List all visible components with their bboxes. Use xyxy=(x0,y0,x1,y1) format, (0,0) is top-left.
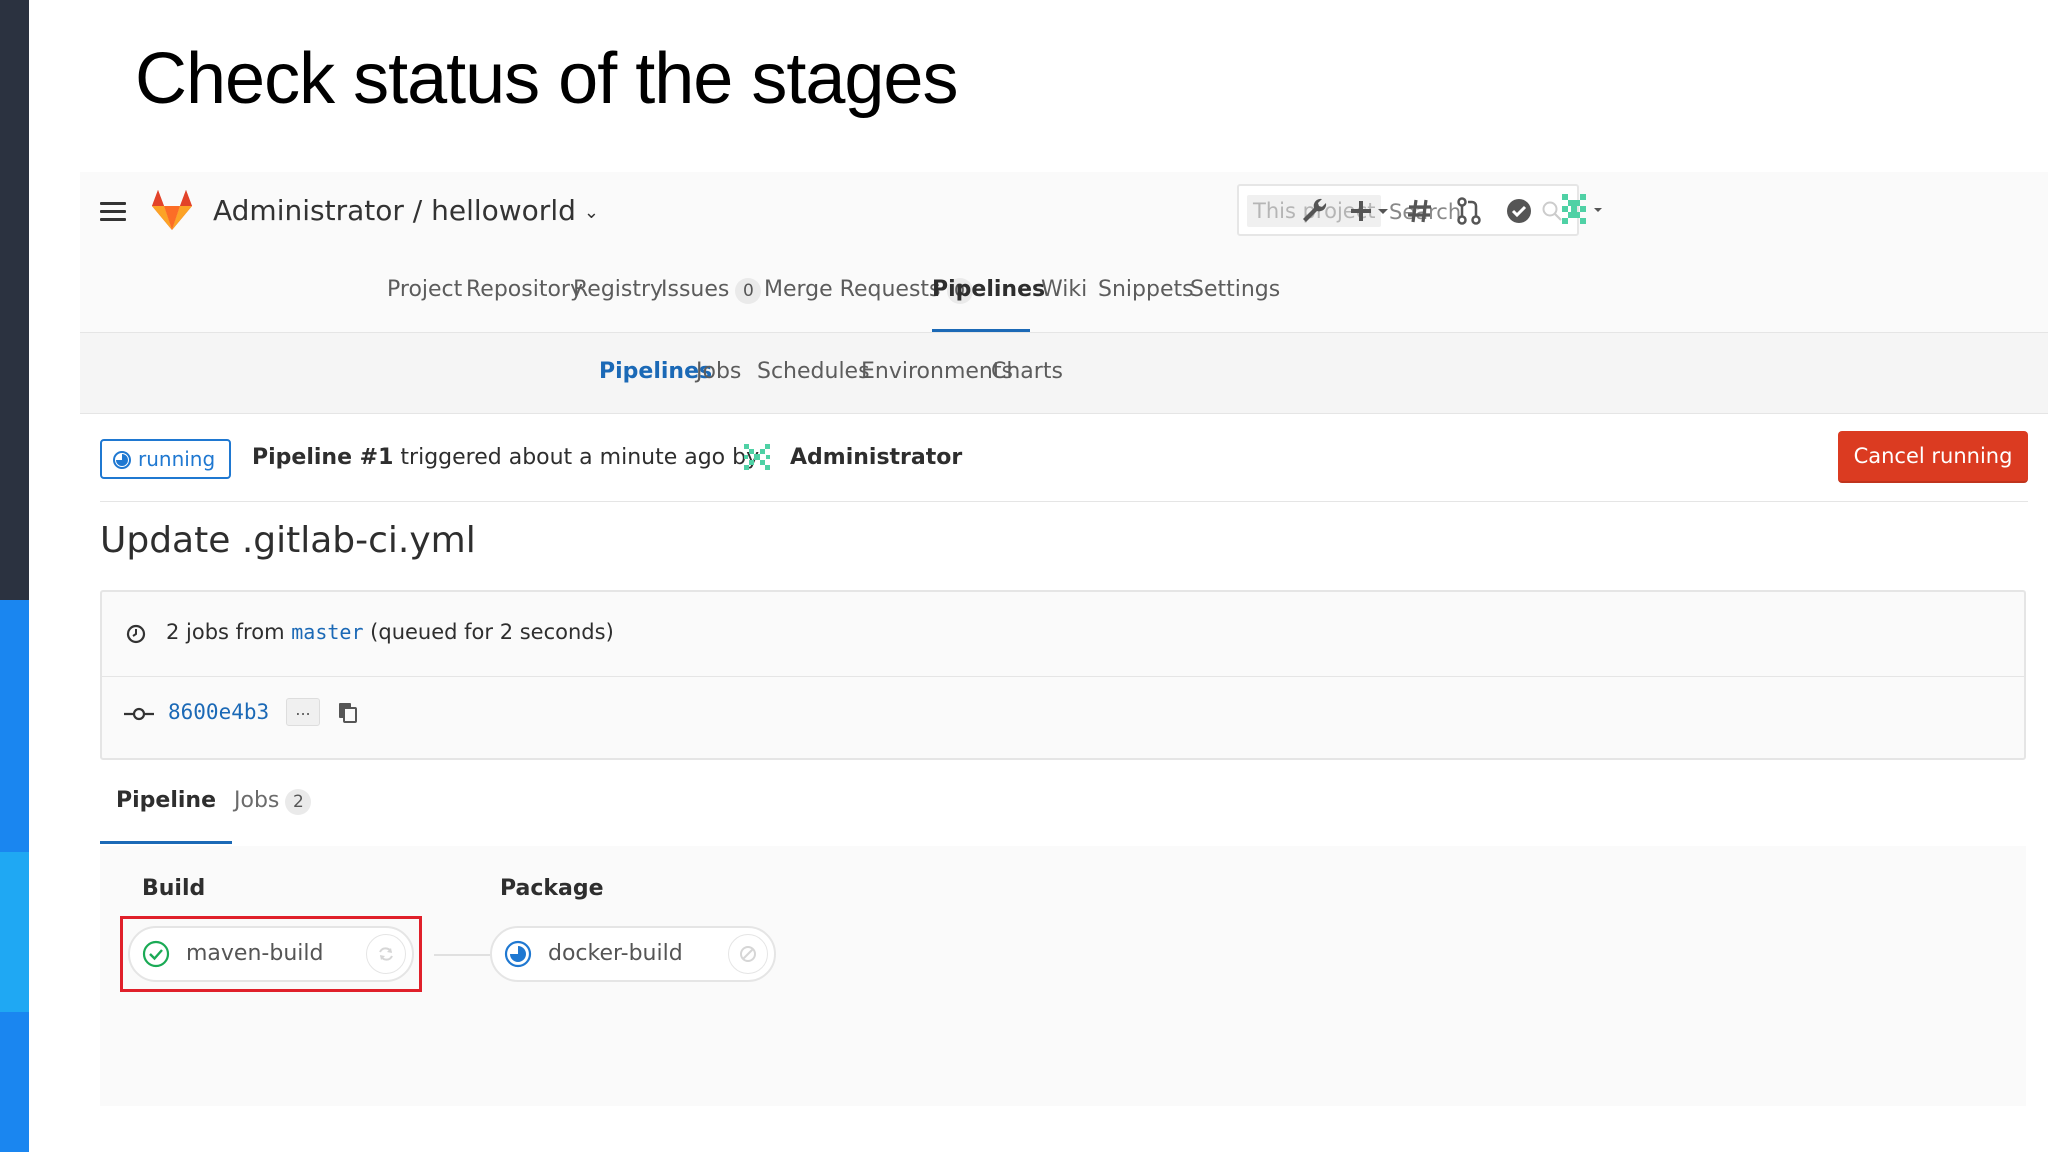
cancel-job-button[interactable] xyxy=(728,934,768,974)
job-docker-build[interactable]: docker-build xyxy=(490,926,776,982)
slide-left-decoration xyxy=(0,0,29,1152)
subnav-item-charts[interactable]: Charts xyxy=(991,359,1063,384)
nav-item-project[interactable]: Project xyxy=(387,272,462,329)
running-status-icon xyxy=(113,451,131,469)
commit-title: Update .gitlab-ci.yml xyxy=(100,520,476,561)
subnav-item-schedules[interactable]: Schedules xyxy=(757,359,870,384)
jobs-summary-text: 2 jobs from master (queued for 2 seconds… xyxy=(166,620,614,644)
nav-item-snippets[interactable]: Snippets xyxy=(1098,272,1194,329)
subnav-item-jobs[interactable]: Jobs xyxy=(696,359,741,384)
slide-title: Check status of the stages xyxy=(135,39,958,119)
copy-clipboard-icon[interactable] xyxy=(336,700,360,724)
jobs-summary-row: 2 jobs from master (queued for 2 seconds… xyxy=(102,592,2024,677)
jobs-count-badge: 2 xyxy=(285,789,312,815)
gitlab-logo-icon[interactable] xyxy=(148,186,196,234)
stage-title-package: Package xyxy=(500,876,604,901)
tab-pipeline[interactable]: Pipeline xyxy=(100,788,232,844)
merge-request-icon[interactable] xyxy=(1452,194,1486,228)
hamburger-menu-icon[interactable] xyxy=(100,202,126,222)
plus-dropdown-icon[interactable] xyxy=(1344,194,1394,228)
slide-decoration-segment xyxy=(0,852,29,1012)
cancel-running-button[interactable]: Cancel running xyxy=(1838,431,2028,483)
admin-wrench-icon[interactable] xyxy=(1297,194,1331,228)
project-nav: Project Repository Registry Issues 0 Merg… xyxy=(80,272,2048,333)
slide-decoration-segment xyxy=(0,1012,29,1152)
pipeline-tabs: Pipeline Jobs 2 xyxy=(100,760,2026,848)
pipeline-trigger-text: triggered about a minute ago by xyxy=(400,445,760,470)
user-avatar-identicon[interactable] xyxy=(1556,190,1606,230)
pipeline-graph: Build Package maven-build docker-build xyxy=(100,846,2026,1106)
nav-item-issues[interactable]: Issues 0 xyxy=(661,272,762,329)
top-header: Administrator / helloworld ⌄ This project… xyxy=(80,172,2048,333)
annotation-highlight-box xyxy=(120,916,422,992)
gitlab-screenshot: Administrator / helloworld ⌄ This project… xyxy=(80,172,2048,1152)
nav-item-repository[interactable]: Repository xyxy=(466,272,583,329)
nav-item-registry[interactable]: Registry xyxy=(573,272,663,329)
job-name: docker-build xyxy=(548,941,683,966)
branch-link[interactable]: master xyxy=(291,620,363,644)
nav-item-wiki[interactable]: Wiki xyxy=(1041,272,1087,329)
running-status-icon xyxy=(504,940,532,968)
slide-decoration-segment xyxy=(0,600,29,852)
pipeline-details-card: 2 jobs from master (queued for 2 seconds… xyxy=(100,590,2026,760)
issues-count-badge: 0 xyxy=(735,278,762,304)
issues-check-icon[interactable] xyxy=(1502,194,1536,228)
pipeline-info-bar: running Pipeline #1 triggered about a mi… xyxy=(100,413,2028,502)
clock-icon xyxy=(126,624,146,644)
pipeline-status-badge[interactable]: running xyxy=(100,439,232,479)
project-path-text: Administrator / helloworld xyxy=(213,194,576,227)
tab-jobs[interactable]: Jobs 2 xyxy=(234,788,312,844)
user-avatar-small[interactable] xyxy=(740,440,774,474)
nav-item-settings[interactable]: Settings xyxy=(1190,272,1280,329)
expand-commit-message-button[interactable]: ... xyxy=(286,698,320,726)
commit-sha-link[interactable]: 8600e4b3 xyxy=(168,700,269,724)
pipeline-summary: Pipeline #1 triggered about a minute ago… xyxy=(252,445,759,470)
commit-icon xyxy=(124,707,154,721)
cancel-icon xyxy=(740,946,756,962)
project-breadcrumb[interactable]: Administrator / helloworld ⌄ xyxy=(213,194,599,227)
stage-title-build: Build xyxy=(142,876,206,901)
nav-item-pipelines[interactable]: Pipelines xyxy=(932,272,1045,332)
chevron-down-icon: ⌄ xyxy=(583,202,599,223)
pipeline-user-name[interactable]: Administrator xyxy=(790,445,962,470)
todos-hash-icon[interactable] xyxy=(1403,194,1437,228)
pipelines-subnav: Pipelines Jobs Schedules Environments Ch… xyxy=(80,333,2048,414)
stage-connector-line xyxy=(434,954,490,956)
pipeline-number[interactable]: Pipeline #1 xyxy=(252,445,393,470)
